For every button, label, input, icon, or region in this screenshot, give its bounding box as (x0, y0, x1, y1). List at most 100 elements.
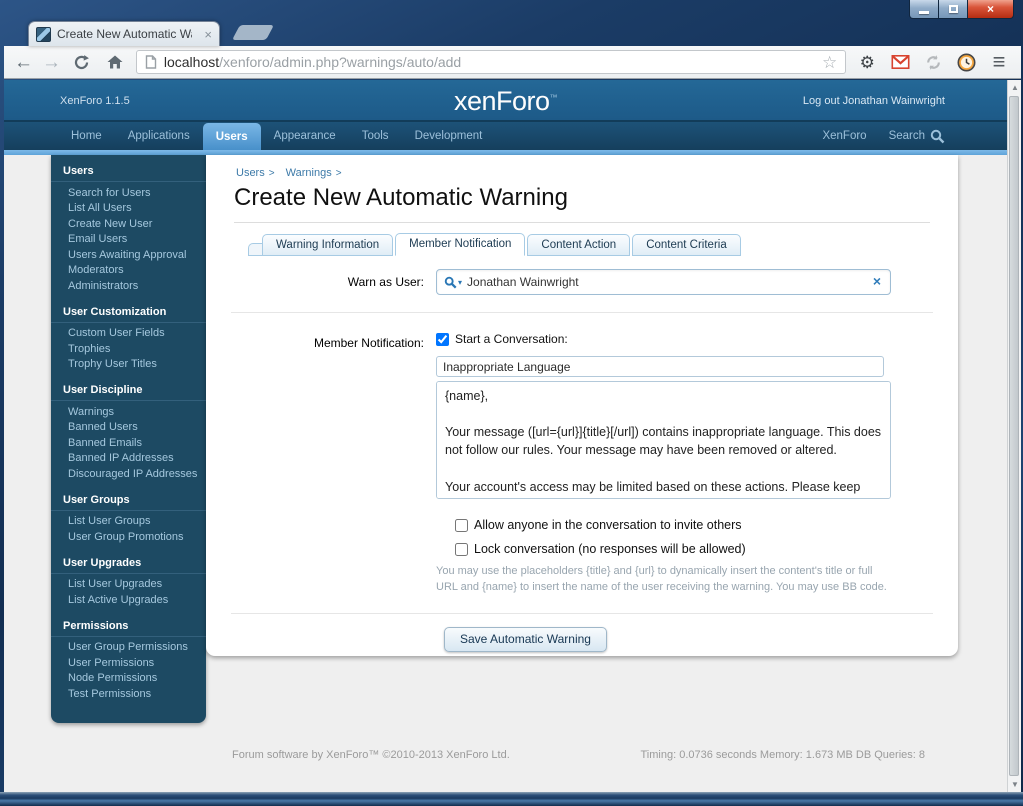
sidebar-item-email-users[interactable]: Email Users (51, 232, 206, 248)
allow-invite-option[interactable]: Allow anyone in the conversation to invi… (455, 516, 906, 534)
window-bottom-frame (0, 792, 1023, 806)
sidebar-section-title: User Upgrades (51, 554, 206, 574)
sidebar-item-search-for-users[interactable]: Search for Users (51, 185, 206, 201)
minimize-icon (919, 11, 929, 14)
breadcrumb-warnings[interactable]: Warnings (286, 167, 332, 179)
lock-conversation-option[interactable]: Lock conversation (no responses will be … (455, 540, 906, 558)
lock-conversation-checkbox[interactable] (455, 543, 468, 556)
back-button[interactable]: ← (14, 53, 33, 72)
start-conversation-checkbox[interactable] (436, 333, 449, 346)
clock-extension-button[interactable] (954, 53, 978, 72)
sidebar-section-user-groups: User Groups List User Groups User Group … (51, 491, 206, 545)
sidebar-item-trophy-user-titles[interactable]: Trophy User Titles (51, 357, 206, 373)
sidebar-item-discouraged-ip-addresses[interactable]: Discouraged IP Addresses (51, 466, 206, 482)
tab-title: Create New Automatic Warning (57, 27, 192, 41)
nav-item-xenforo[interactable]: XenForo (822, 122, 866, 150)
conversation-message-textarea[interactable]: {name}, Your message ([url={url}]{title}… (436, 381, 891, 499)
forward-button[interactable]: → (42, 53, 61, 72)
nav-search[interactable]: Search (889, 122, 945, 150)
sidebar-section-title: Users (51, 162, 206, 182)
sidebar-item-trophies[interactable]: Trophies (51, 341, 206, 357)
xenforo-favicon-icon (36, 27, 51, 42)
bookmark-star-icon[interactable]: ☆ (822, 54, 837, 71)
warn-as-user-input[interactable]: ▾ Jonathan Wainwright × (436, 269, 891, 295)
nav-item-users[interactable]: Users (203, 123, 261, 150)
nav-item-applications[interactable]: Applications (115, 122, 203, 150)
sidebar-item-moderators[interactable]: Moderators (51, 263, 206, 279)
sync-icon (925, 54, 942, 71)
save-automatic-warning-button[interactable]: Save Automatic Warning (444, 627, 607, 652)
logout-link[interactable]: Log out Jonathan Wainwright (803, 95, 945, 107)
tab-content-action[interactable]: Content Action (527, 234, 630, 256)
section-divider (231, 312, 933, 313)
breadcrumb-separator: > (336, 168, 342, 179)
sidebar-item-banned-ip-addresses[interactable]: Banned IP Addresses (51, 451, 206, 467)
sidebar-item-user-group-promotions[interactable]: User Group Promotions (51, 529, 206, 545)
tab-member-notification[interactable]: Member Notification (395, 233, 525, 256)
vertical-scrollbar[interactable]: ▲ ▼ (1007, 80, 1021, 792)
footer-stats: Timing: 0.0736 seconds Memory: 1.673 MB … (641, 749, 926, 761)
section-divider (231, 613, 933, 614)
title-divider (234, 222, 930, 223)
sidebar-item-user-group-permissions[interactable]: User Group Permissions (51, 640, 206, 656)
conversation-title-input[interactable] (436, 356, 884, 377)
breadcrumb-users[interactable]: Users (236, 167, 265, 179)
sidebar-item-warnings[interactable]: Warnings (51, 404, 206, 420)
reload-button[interactable] (70, 54, 94, 71)
sidebar-item-banned-users[interactable]: Banned Users (51, 420, 206, 436)
allow-invite-checkbox[interactable] (455, 519, 468, 532)
new-tab-button[interactable] (232, 25, 274, 40)
search-caret-icon[interactable]: ▾ (458, 278, 462, 287)
scroll-up-icon[interactable]: ▲ (1008, 80, 1022, 95)
nav-right: XenForo Search (822, 122, 1007, 150)
scrollbar-thumb[interactable] (1009, 96, 1019, 776)
admin-page: Users Search for Users List All Users Cr… (4, 155, 1007, 792)
nav-item-appearance[interactable]: Appearance (261, 122, 349, 150)
sidebar-item-list-user-upgrades[interactable]: List User Upgrades (51, 577, 206, 593)
lock-conversation-label: Lock conversation (no responses will be … (474, 540, 746, 558)
sidebar: Users Search for Users List All Users Cr… (51, 155, 206, 723)
maximize-button[interactable] (939, 0, 968, 19)
nav-item-development[interactable]: Development (402, 122, 496, 150)
sync-extension-button[interactable] (921, 54, 945, 71)
tab-warning-information[interactable]: Warning Information (262, 234, 393, 256)
gmail-extension-button[interactable] (888, 55, 912, 69)
browser-menu-button[interactable]: ≡ (987, 51, 1011, 73)
sidebar-item-create-new-user[interactable]: Create New User (51, 216, 206, 232)
sidebar-item-list-active-upgrades[interactable]: List Active Upgrades (51, 592, 206, 608)
sidebar-section-user-customization: User Customization Custom User Fields Tr… (51, 303, 206, 373)
sidebar-item-administrators[interactable]: Administrators (51, 278, 206, 294)
nav-item-home[interactable]: Home (58, 122, 115, 150)
user-search-icon (444, 276, 457, 289)
browser-tab[interactable]: Create New Automatic Warning × (28, 21, 220, 46)
sidebar-item-users-awaiting-approval[interactable]: Users Awaiting Approval (51, 247, 206, 263)
sidebar-item-custom-user-fields[interactable]: Custom User Fields (51, 326, 206, 342)
close-button[interactable]: × (968, 0, 1014, 19)
footer-copyright: Forum software by XenForo™ ©2010-2013 Xe… (232, 749, 510, 761)
home-button[interactable] (103, 54, 127, 70)
clear-user-icon[interactable]: × (873, 274, 881, 288)
sidebar-item-node-permissions[interactable]: Node Permissions (51, 671, 206, 687)
sidebar-item-list-user-groups[interactable]: List User Groups (51, 514, 206, 530)
sidebar-item-banned-emails[interactable]: Banned Emails (51, 435, 206, 451)
warn-as-user-value[interactable]: Jonathan Wainwright (467, 275, 579, 289)
settings-extension-button[interactable]: ⚙ (855, 54, 879, 71)
nav-item-search[interactable]: Search (889, 122, 925, 150)
tab-close-icon[interactable]: × (204, 28, 212, 41)
address-bar[interactable]: localhost/xenforo/admin.php?warnings/aut… (136, 50, 846, 74)
trademark: ™ (550, 93, 558, 102)
sidebar-item-test-permissions[interactable]: Test Permissions (51, 686, 206, 702)
tab-content-criteria[interactable]: Content Criteria (632, 234, 741, 256)
scroll-down-icon[interactable]: ▼ (1008, 777, 1022, 792)
nav-item-tools[interactable]: Tools (349, 122, 402, 150)
sidebar-item-list-all-users[interactable]: List All Users (51, 201, 206, 217)
url-text[interactable]: localhost/xenforo/admin.php?warnings/aut… (164, 54, 461, 70)
sidebar-section-title: Permissions (51, 617, 206, 637)
url-path: /xenforo/admin.php?warnings/auto/add (219, 54, 461, 70)
minimize-button[interactable] (909, 0, 939, 19)
gmail-icon (891, 55, 910, 69)
start-conversation-option[interactable]: Start a Conversation: (436, 330, 906, 348)
sidebar-section-user-upgrades: User Upgrades List User Upgrades List Ac… (51, 554, 206, 608)
member-notification-controls: Start a Conversation: {name}, Your messa… (436, 330, 906, 596)
sidebar-item-user-permissions[interactable]: User Permissions (51, 655, 206, 671)
